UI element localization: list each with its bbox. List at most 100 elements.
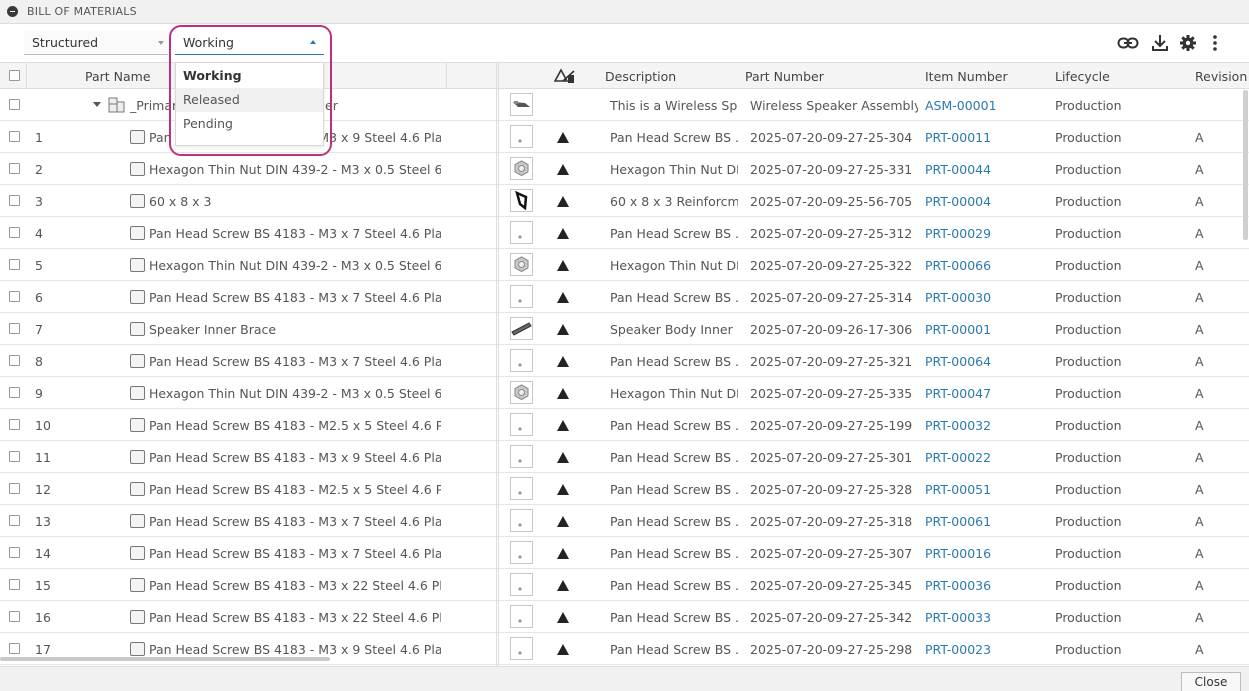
table-row[interactable]: 5 Hexagon Thin Nut DIN 439-2 - M3 x 0.5 S… [0,249,1249,281]
dropdown-option-pending[interactable]: Pending [176,112,323,136]
column-lifecycle[interactable]: Lifecycle [1055,69,1110,84]
link-icon[interactable] [1117,33,1139,53]
frozen-column-divider[interactable] [496,62,497,666]
column-part-name[interactable]: Part Name [85,69,151,84]
row-checkbox[interactable] [9,451,20,462]
row-checkbox[interactable] [9,355,20,366]
row-part-name[interactable]: Pan Head Screw BS 4183 - M3 x 22 Steel 4… [149,578,441,593]
row-item-number-link[interactable]: PRT-00066 [925,258,1045,273]
row-part-name[interactable]: Pan Head Screw BS 4183 - M3 x 7 Steel 4.… [149,546,441,561]
row-part-name[interactable]: Pan Head Screw BS 4183 - M2.5 x 5 Steel … [149,482,441,497]
row-part-name[interactable]: Hexagon Thin Nut DIN 439-2 - M3 x 0.5 St… [149,162,441,177]
row-item-number-link[interactable]: PRT-00001 [925,322,1045,337]
part-thumbnail[interactable] [510,221,533,244]
table-row[interactable]: 2 Hexagon Thin Nut DIN 439-2 - M3 x 0.5 S… [0,153,1249,185]
row-checkbox[interactable] [9,163,20,174]
part-thumbnail[interactable] [510,509,533,532]
row-item-number-link[interactable]: PRT-00016 [925,546,1045,561]
root-part-name[interactable]: _Primar [130,98,177,113]
row-checkbox[interactable] [9,611,20,622]
row-checkbox[interactable] [9,419,20,430]
row-part-name[interactable]: 60 x 8 x 3 [149,194,441,209]
row-part-name[interactable]: Pan Head Screw BS 4183 - M2.5 x 5 Steel … [149,418,441,433]
view-select[interactable]: Structured [24,31,168,55]
row-item-number-link[interactable]: PRT-00044 [925,162,1045,177]
part-thumbnail[interactable] [510,605,533,628]
table-row[interactable]: 6 Pan Head Screw BS 4183 - M3 x 7 Steel 4… [0,281,1249,313]
row-item-number-link[interactable]: PRT-00061 [925,514,1045,529]
table-row[interactable]: 7 Speaker Inner Brace Speaker Body Inner .… [0,313,1249,345]
row-item-number-link[interactable]: PRT-00029 [925,226,1045,241]
row-item-number-link[interactable]: PRT-00030 [925,290,1045,305]
table-row[interactable]: 14 Pan Head Screw BS 4183 - M3 x 7 Steel … [0,537,1249,569]
row-part-name[interactable]: Hexagon Thin Nut DIN 439-2 - M3 x 0.5 St… [149,386,441,401]
row-checkbox[interactable] [9,323,20,334]
row-checkbox[interactable] [9,515,20,526]
dropdown-option-working[interactable]: Working [176,64,323,88]
table-row[interactable]: 3 60 x 8 x 3 60 x 8 x 3 Reinforcm... 2025-0… [0,185,1249,217]
part-thumbnail[interactable] [510,573,533,596]
download-icon[interactable] [1150,33,1172,53]
row-part-name[interactable]: Pan Head Screw BS 4183 - M3 x 7 Steel 4.… [149,354,441,369]
row-item-number-link[interactable]: ASM-00001 [925,98,1045,113]
part-thumbnail[interactable] [510,285,533,308]
status-select[interactable]: Working [175,31,324,55]
row-part-name[interactable]: Pan Head Screw BS 4183 - M3 x 7 Steel 4.… [149,514,441,529]
row-checkbox[interactable] [9,579,20,590]
table-row[interactable]: 4 Pan Head Screw BS 4183 - M3 x 7 Steel 4… [0,217,1249,249]
part-thumbnail[interactable] [510,445,533,468]
gear-icon[interactable] [1178,33,1200,53]
close-button[interactable]: Close [1181,672,1241,691]
column-item-number[interactable]: Item Number [925,69,1008,84]
table-row[interactable]: 11 Pan Head Screw BS 4183 - M3 x 9 Steel … [0,441,1249,473]
more-vertical-icon[interactable] [1205,33,1227,53]
part-thumbnail[interactable] [510,253,533,276]
row-item-number-link[interactable]: PRT-00023 [925,642,1045,657]
row-part-name[interactable]: Pan Head Screw BS 4183 - M3 x 7 Steel 4.… [149,290,441,305]
table-row[interactable]: 15 Pan Head Screw BS 4183 - M3 x 22 Steel… [0,569,1249,601]
column-part-number[interactable]: Part Number [745,69,824,84]
row-checkbox[interactable] [9,195,20,206]
row-item-number-link[interactable]: PRT-00036 [925,578,1045,593]
row-part-name[interactable]: Hexagon Thin Nut DIN 439-2 - M3 x 0.5 St… [149,258,441,273]
row-part-name[interactable]: Pan Head Screw BS 4183 - M3 x 22 Steel 4… [149,610,441,625]
dropdown-option-released[interactable]: Released [176,88,323,112]
part-thumbnail[interactable] [510,381,533,404]
row-checkbox[interactable] [9,227,20,238]
part-thumbnail[interactable] [510,317,533,340]
row-checkbox[interactable] [9,643,20,654]
table-row[interactable]: 16 Pan Head Screw BS 4183 - M3 x 22 Steel… [0,601,1249,633]
table-row[interactable]: 8 Pan Head Screw BS 4183 - M3 x 7 Steel 4… [0,345,1249,377]
part-thumbnail[interactable] [510,541,533,564]
table-row[interactable]: 13 Pan Head Screw BS 4183 - M3 x 7 Steel … [0,505,1249,537]
column-revision[interactable]: Revision [1195,69,1247,84]
row-checkbox[interactable] [9,547,20,558]
part-thumbnail[interactable] [510,189,533,212]
part-thumbnail[interactable] [510,637,533,660]
row-item-number-link[interactable]: PRT-00022 [925,450,1045,465]
row-checkbox[interactable] [9,99,20,110]
table-row[interactable]: 12 Pan Head Screw BS 4183 - M2.5 x 5 Stee… [0,473,1249,505]
vertical-scrollbar[interactable] [1243,90,1248,240]
part-thumbnail[interactable] [510,93,533,116]
table-row[interactable]: 9 Hexagon Thin Nut DIN 439-2 - M3 x 0.5 S… [0,377,1249,409]
row-checkbox[interactable] [9,387,20,398]
row-item-number-link[interactable]: PRT-00033 [925,610,1045,625]
row-item-number-link[interactable]: PRT-00004 [925,194,1045,209]
row-part-name[interactable]: Pan Head Screw BS 4183 - M3 x 7 Steel 4.… [149,226,441,241]
row-item-number-link[interactable]: PRT-00051 [925,482,1045,497]
row-item-number-link[interactable]: PRT-00011 [925,130,1045,145]
expand-chevron-icon[interactable] [93,102,101,107]
row-checkbox[interactable] [9,131,20,142]
select-all-checkbox[interactable] [9,70,20,81]
sort-flag-icon[interactable] [553,68,576,87]
row-part-name[interactable]: Speaker Inner Brace [149,322,441,337]
part-thumbnail[interactable] [510,157,533,180]
part-thumbnail[interactable] [510,477,533,500]
row-item-number-link[interactable]: PRT-00047 [925,386,1045,401]
part-thumbnail[interactable] [510,413,533,436]
row-checkbox[interactable] [9,291,20,302]
row-checkbox[interactable] [9,259,20,270]
row-part-name[interactable]: Pan Head Screw BS 4183 - M3 x 9 Steel 4.… [149,450,441,465]
row-item-number-link[interactable]: PRT-00032 [925,418,1045,433]
